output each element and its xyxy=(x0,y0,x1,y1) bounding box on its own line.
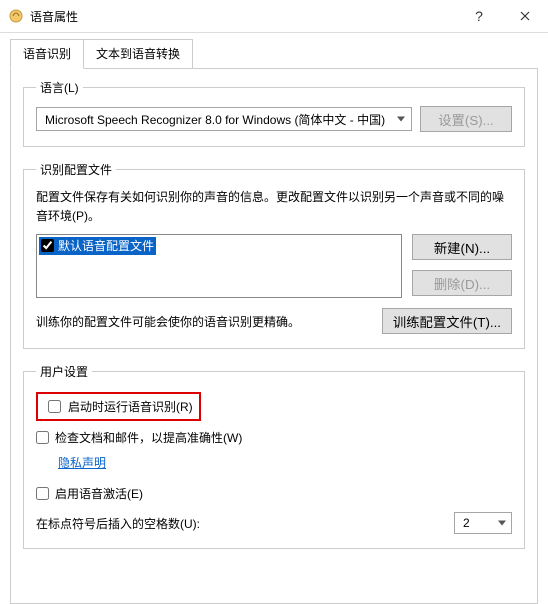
profile-new-button[interactable]: 新建(N)... xyxy=(412,234,512,260)
speech-icon xyxy=(8,8,24,24)
review-docs-label: 检查文档和邮件，以提高准确性(W) xyxy=(55,429,242,446)
spaces-value: 2 xyxy=(463,516,470,530)
profile-delete-button: 删除(D)... xyxy=(412,270,512,296)
language-select-value: Microsoft Speech Recognizer 8.0 for Wind… xyxy=(45,111,385,128)
profiles-description: 配置文件保存有关如何识别你的声音的信息。更改配置文件以识别另一个声音或不同的噪音… xyxy=(36,188,512,226)
language-select[interactable]: Microsoft Speech Recognizer 8.0 for Wind… xyxy=(36,107,412,131)
help-button[interactable]: ? xyxy=(456,0,502,32)
review-docs-checkbox[interactable] xyxy=(36,431,49,444)
window-title: 语音属性 xyxy=(30,8,78,25)
group-language: 语言(L) Microsoft Speech Recognizer 8.0 fo… xyxy=(23,79,525,147)
group-user-legend: 用户设置 xyxy=(36,363,92,380)
close-icon xyxy=(520,11,530,21)
privacy-link[interactable]: 隐私声明 xyxy=(58,454,106,471)
language-settings-button: 设置(S)... xyxy=(420,106,512,132)
chevron-down-icon xyxy=(498,521,506,526)
chevron-down-icon xyxy=(397,117,405,122)
titlebar: 语音属性 ? xyxy=(0,0,548,32)
profile-item-label: 默认语音配置文件 xyxy=(58,237,154,254)
profile-item-checkbox[interactable] xyxy=(41,239,54,252)
voice-activation-checkbox[interactable] xyxy=(36,487,49,500)
highlight-run-at-startup: 启动时运行语音识别(R) xyxy=(36,392,201,421)
tab-recognition[interactable]: 语音识别 xyxy=(10,39,84,69)
run-at-startup-label: 启动时运行语音识别(R) xyxy=(68,398,193,415)
profile-train-button[interactable]: 训练配置文件(T)... xyxy=(382,308,512,334)
profiles-listbox[interactable]: 默认语音配置文件 xyxy=(36,234,402,298)
spaces-select[interactable]: 2 xyxy=(454,512,512,534)
voice-activation-label: 启用语音激活(E) xyxy=(55,485,143,502)
run-at-startup-checkbox[interactable] xyxy=(48,400,61,413)
group-profiles-legend: 识别配置文件 xyxy=(36,161,116,178)
group-user-settings: 用户设置 启动时运行语音识别(R) 检查文档和邮件，以提高准确性(W) 隐私声明… xyxy=(23,363,525,549)
tab-tts[interactable]: 文本到语音转换 xyxy=(83,39,193,69)
tab-panel-recognition: 语言(L) Microsoft Speech Recognizer 8.0 fo… xyxy=(10,68,538,604)
spaces-label: 在标点符号后插入的空格数(U): xyxy=(36,515,444,532)
profiles-train-description: 训练你的配置文件可能会使你的语音识别更精确。 xyxy=(36,313,372,330)
group-profiles: 识别配置文件 配置文件保存有关如何识别你的声音的信息。更改配置文件以识别另一个声… xyxy=(23,161,525,349)
profile-item-default[interactable]: 默认语音配置文件 xyxy=(39,237,156,255)
tab-strip: 语音识别 文本到语音转换 xyxy=(10,39,548,69)
close-button[interactable] xyxy=(502,0,548,32)
group-language-legend: 语言(L) xyxy=(36,79,83,96)
